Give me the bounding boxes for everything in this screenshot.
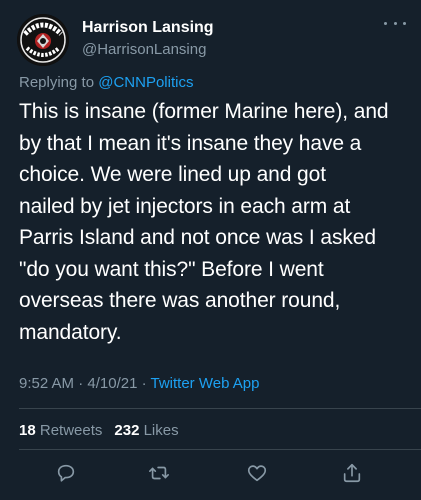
replying-to-label: Replying to [19, 74, 99, 91]
likes-label: Likes [143, 422, 179, 439]
veteran-badge-icon [17, 14, 69, 66]
likes-stat[interactable]: 232 Likes [114, 422, 178, 439]
author-name[interactable]: Harrison Lansing [82, 19, 214, 37]
reply-icon[interactable] [55, 462, 77, 484]
tweet-source-link[interactable]: Twitter Web App [151, 375, 260, 392]
action-bar [0, 462, 421, 486]
tweet-time[interactable]: 9:52 AM [19, 375, 74, 392]
tweet-date[interactable]: 4/10/21 [87, 375, 137, 392]
divider [19, 408, 421, 409]
author-handle[interactable]: @HarrisonLansing [82, 41, 206, 58]
tweet-text: This is insane (former Marine here), and… [19, 100, 389, 344]
likes-count: 232 [114, 422, 140, 439]
retweets-label: Retweets [39, 422, 103, 439]
divider [19, 449, 421, 450]
meta-separator: · [137, 375, 151, 392]
more-options-icon[interactable] [384, 16, 406, 30]
retweets-stat[interactable]: 18 Retweets [19, 422, 102, 439]
mention-link[interactable]: @CNNPolitics [98, 74, 193, 91]
avatar[interactable] [17, 14, 69, 66]
share-icon[interactable] [341, 462, 363, 484]
tweet-card: Harrison Lansing @HarrisonLansing Replyi… [0, 0, 421, 500]
tweet-meta: 9:52 AM · 4/10/21 · Twitter Web App [19, 375, 259, 392]
retweets-count: 18 [19, 422, 36, 439]
retweet-icon[interactable] [148, 462, 170, 484]
replying-to: Replying to @CNNPolitics [19, 74, 193, 91]
like-icon[interactable] [246, 462, 268, 484]
meta-separator: · [74, 375, 88, 392]
tweet-stats: 18 Retweets 232 Likes [19, 422, 179, 439]
